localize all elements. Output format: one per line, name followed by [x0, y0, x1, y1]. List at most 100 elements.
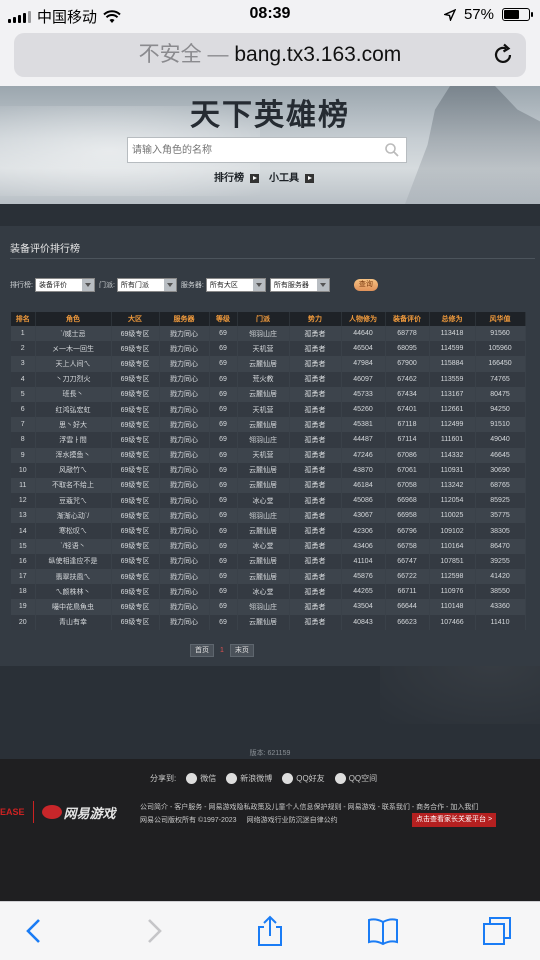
table-row[interactable]: 18 ㄟ颜株林丶 69级专区 戮力同心 69 冰心堂 孤勇者 44265 66711 110976… — [11, 584, 526, 600]
server-select[interactable]: 所有服务器 — [269, 278, 330, 292]
address-bar[interactable]: 不安全 — bang.tx3.163.com — [14, 33, 526, 77]
table-cell: 46504 — [341, 341, 386, 357]
table-row[interactable]: 1 ˋ/威士忌 69级专区 戮力同心 69 翎羽山庄 孤勇者 44640 68778 113418… — [11, 326, 526, 342]
table-row[interactable]: 20 青山有幸 69级专区 戮力同心 69 云麓仙居 孤勇者 40843 66623 107466… — [11, 614, 526, 630]
search-icon[interactable] — [384, 142, 400, 158]
table-cell: 39255 — [475, 553, 526, 569]
header-cultivation: 人物修为 — [341, 312, 386, 326]
share-wechat[interactable]: 微信 — [186, 773, 216, 784]
table-row[interactable]: 12 豆蔻咒ㄟ 69级专区 戮力同心 69 冰心堂 孤勇者 45086 66968 112054 8… — [11, 493, 526, 509]
battery-percent: 57% — [463, 6, 494, 23]
table-cell: 20 — [11, 614, 36, 630]
table-cell: 6 — [11, 401, 36, 418]
query-button[interactable]: 查询 — [353, 279, 378, 291]
table-cell: 107851 — [429, 553, 476, 569]
table-cell: 戮力同心 — [159, 447, 210, 463]
tabs-icon[interactable] — [480, 914, 514, 948]
reload-icon[interactable] — [490, 42, 516, 68]
table-cell: 69 — [209, 341, 238, 357]
table-cell: 69 — [209, 417, 238, 433]
forward-icon[interactable] — [136, 914, 170, 948]
table-row[interactable]: 4 丶刀刀烈火 69级专区 戮力同心 69 荒火教 孤勇者 46097 67462 113559 7… — [11, 371, 526, 387]
table-cell: 7 — [11, 417, 36, 433]
table-cell: 69级专区 — [111, 401, 160, 418]
table-cell: 45260 — [341, 401, 386, 418]
netease-logo[interactable]: EASE 网易游戏 — [0, 801, 116, 823]
table-cell: 49040 — [475, 432, 526, 448]
table-row[interactable]: 15 ˋ/轻语丶 69级专区 戮力同心 69 冰心堂 孤勇者 43406 66758 110164… — [11, 538, 526, 554]
table-cell: 46645 — [475, 447, 526, 463]
current-page: 1 — [220, 647, 224, 654]
browser-toolbar — [0, 901, 540, 960]
table-row[interactable]: 6 红鸿弘宏虹 69级专区 戮力同心 69 天机营 孤勇者 45260 67401 112661 9… — [11, 401, 526, 418]
arrow-right-icon — [305, 173, 314, 183]
share-qzone[interactable]: QQ空间 — [334, 773, 377, 784]
table-cell: 69级专区 — [111, 523, 160, 539]
table-cell: 69级专区 — [111, 493, 160, 509]
bookmarks-icon[interactable] — [366, 914, 400, 948]
parent-care-button[interactable]: 点击查看家长关爱平台 > — [412, 813, 497, 827]
table-cell: 戮力同心 — [159, 553, 210, 569]
table-row[interactable]: 17 翡翠扶風ㄟ 69级专区 戮力同心 69 云麓仙居 孤勇者 45876 66722 11259… — [11, 569, 526, 585]
table-cell: 110164 — [429, 538, 476, 554]
table-cell: 翎羽山庄 — [237, 432, 290, 448]
table-cell: 166450 — [475, 356, 526, 372]
share-icon[interactable] — [253, 914, 287, 948]
table-cell: 67434 — [385, 386, 430, 402]
table-cell: 戮力同心 — [159, 614, 210, 630]
table-cell: 67086 — [385, 447, 430, 463]
table-cell: 69级专区 — [111, 584, 160, 600]
table-cell: 67058 — [385, 477, 430, 494]
table-row[interactable]: 10 风敲竹ㄟ 69级专区 戮力同心 69 云麓仙居 孤勇者 43870 67061 110931… — [11, 462, 526, 478]
browser-url-area: 不安全 — bang.tx3.163.com — [0, 30, 540, 86]
table-row[interactable]: 3 天上人间ㄟ 69级专区 戮力同心 69 云麓仙居 孤勇者 47984 67900 115884… — [11, 356, 526, 372]
table-cell: 69级专区 — [111, 432, 160, 448]
version-text: 版本: 621159 — [249, 750, 291, 757]
table-cell: 67401 — [385, 401, 430, 418]
school-select[interactable]: 所有门派 — [116, 278, 177, 292]
tools-link[interactable]: 小工具 — [269, 169, 314, 184]
back-icon[interactable] — [18, 914, 52, 948]
region-select[interactable]: 所有大区 — [205, 278, 266, 292]
ranking-link[interactable]: 排行榜 — [214, 169, 259, 184]
table-row[interactable]: 16 纵使相逢应不是 69级专区 戮力同心 69 云麓仙居 孤勇者 41104 66747 107… — [11, 553, 526, 569]
table-cell: 112499 — [429, 417, 476, 433]
table-cell: 戮力同心 — [159, 371, 210, 387]
self-discipline-link[interactable]: 网络游戏行业防沉迷自律公约 — [247, 814, 338, 827]
table-row[interactable]: 2 メ一木一回生 69级专区 戮力同心 69 天机营 孤勇者 46504 68095 114599… — [11, 341, 526, 357]
table-row[interactable]: 19 嘬中花鳥魚虫 69级专区 戮力同心 69 翎羽山庄 孤勇者 43504 66644 1101… — [11, 599, 526, 615]
table-cell: 110025 — [429, 508, 476, 524]
chevron-down-icon — [163, 279, 176, 291]
share-bar: 分享到: 微信 新浪微博 QQ好友 QQ空间 — [150, 773, 377, 784]
table-cell: 66758 — [385, 538, 430, 554]
banner: 天下英雄榜 排行榜 小工具 — [0, 86, 540, 204]
table-cell: 69级专区 — [111, 386, 160, 402]
share-qq-friend[interactable]: QQ好友 — [282, 773, 325, 784]
server-label: 服务器: — [180, 282, 204, 289]
table-cell: 68765 — [475, 477, 526, 494]
table-cell: 114332 — [429, 447, 476, 463]
last-page-button[interactable]: 末页 — [229, 644, 254, 657]
table-cell: 天机营 — [237, 401, 290, 418]
table-row[interactable]: 13 渐渐心动ˋ/69级专区 戮力同心 69 翎羽山庄 孤勇者 43067 66958 1100… — [11, 508, 526, 524]
table-row[interactable]: 9 浑水摸鱼丶 69级专区 戮力同心 69 天机营 孤勇者 47246 67086 114332 4… — [11, 447, 526, 463]
table-cell: 42306 — [341, 523, 386, 539]
table-row[interactable]: 11 不取名不给上 69级专区 戮力同心 69 云麓仙居 孤勇者 46184 67058 1132… — [11, 477, 526, 494]
table-row[interactable]: 14 寒松叹ㄟ 69级专区 戮力同心 69 云麓仙居 孤勇者 42306 66796 109102… — [11, 523, 526, 539]
table-cell: 112661 — [429, 401, 476, 418]
table-cell: 69级专区 — [111, 614, 160, 630]
share-weibo[interactable]: 新浪微博 — [226, 773, 272, 784]
rank-select[interactable]: 装备评价 — [34, 278, 95, 292]
table-cell: 105960 — [475, 341, 526, 357]
table-cell: 孤勇者 — [289, 447, 342, 463]
table-cell: 孤勇者 — [289, 401, 342, 418]
table-row[interactable]: 5 班長丶 69级专区 戮力同心 69 云麓仙居 孤勇者 45733 67434 113167 80… — [11, 386, 526, 402]
table-cell: 2 — [11, 341, 36, 357]
table-cell: 冰心堂 — [237, 538, 290, 554]
table-row[interactable]: 7 思丶好大 69级专区 戮力同心 69 云麓仙居 孤勇者 45381 67118 112499 9… — [11, 417, 526, 433]
table-row[interactable]: 8 浮雲ㅏ間 69级专区 戮力同心 69 翎羽山庄 孤勇者 44487 67114 111601 4… — [11, 432, 526, 448]
first-page-button[interactable]: 首页 — [190, 644, 214, 657]
character-search-input[interactable] — [128, 138, 368, 162]
table-cell: 67061 — [385, 462, 430, 478]
table-cell: 114599 — [429, 341, 476, 357]
